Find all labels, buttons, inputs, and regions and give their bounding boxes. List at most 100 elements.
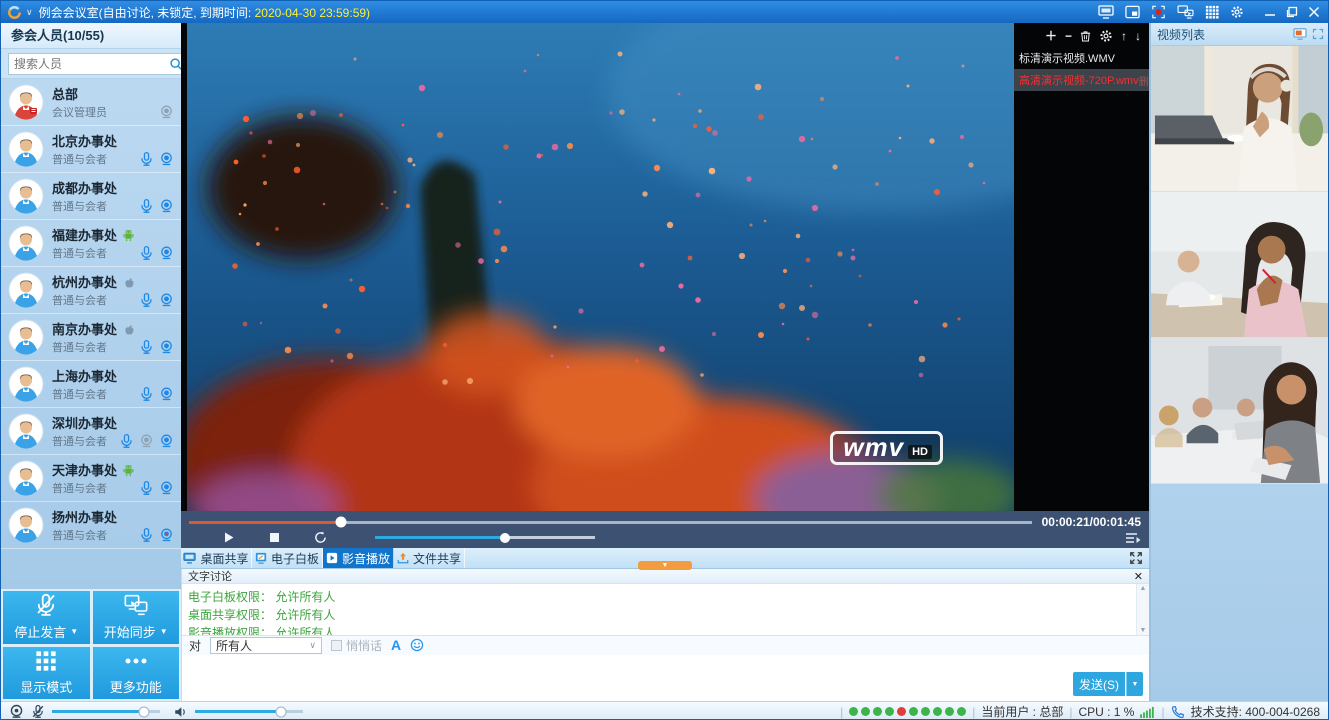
mic-icon[interactable] bbox=[139, 245, 154, 261]
mic-muted-icon[interactable] bbox=[31, 704, 45, 719]
play-icon[interactable] bbox=[223, 531, 235, 544]
titlebar-tools bbox=[1098, 5, 1244, 19]
mic-icon[interactable] bbox=[119, 433, 134, 449]
cam-icon[interactable] bbox=[159, 245, 174, 261]
minimize-icon[interactable] bbox=[1264, 6, 1276, 18]
cam-icon[interactable] bbox=[159, 339, 174, 355]
remote-video-1[interactable] bbox=[1151, 46, 1329, 192]
participant-row[interactable]: 扬州办事处 普通与会者 bbox=[1, 502, 181, 549]
wmv-hd-watermark: wmv HD bbox=[830, 431, 943, 465]
speaker-volume-slider[interactable] bbox=[195, 710, 303, 713]
participant-row[interactable]: 杭州办事处 普通与会者 bbox=[1, 267, 181, 314]
fullscreen-icon[interactable] bbox=[1129, 551, 1143, 565]
settings-icon[interactable] bbox=[1099, 29, 1113, 43]
progress-thumb[interactable] bbox=[335, 517, 346, 528]
video-mode-icon[interactable] bbox=[1293, 28, 1307, 40]
cam-icon[interactable] bbox=[159, 151, 174, 167]
app-logo-icon bbox=[7, 5, 22, 20]
mic-icon[interactable] bbox=[139, 198, 154, 214]
display-grid-icon[interactable] bbox=[1205, 5, 1219, 19]
cam-icon[interactable] bbox=[159, 386, 174, 402]
move-up-icon[interactable]: ↑ bbox=[1121, 29, 1127, 43]
cam-icon[interactable] bbox=[159, 433, 174, 449]
video-list-title: 视频列表 bbox=[1157, 26, 1205, 43]
screen-sync-icon[interactable] bbox=[1177, 5, 1194, 19]
screen-share-icon[interactable] bbox=[1098, 5, 1114, 19]
mic-icon[interactable] bbox=[139, 386, 154, 402]
participant-row[interactable]: 总部 会议管理员 bbox=[1, 79, 181, 126]
remote-video-2[interactable] bbox=[1151, 192, 1329, 338]
delete-icon[interactable] bbox=[1080, 29, 1091, 43]
tab-media-play[interactable]: 影音播放 bbox=[323, 548, 394, 568]
participant-row[interactable]: 南京办事处 普通与会者 bbox=[1, 314, 181, 361]
participant-row[interactable]: 上海办事处 普通与会者 bbox=[1, 361, 181, 408]
record-icon[interactable] bbox=[1151, 5, 1166, 19]
chat-scrollbar[interactable]: ▲ ▼ bbox=[1136, 584, 1149, 635]
mic-volume-slider[interactable] bbox=[52, 710, 160, 713]
font-button[interactable]: A bbox=[391, 637, 401, 653]
close-icon[interactable] bbox=[1308, 6, 1320, 18]
recipient-select[interactable]: 所有人∨ bbox=[210, 637, 322, 654]
connection-dot-green bbox=[909, 707, 918, 716]
send-options-icon[interactable]: ▼ bbox=[1126, 672, 1143, 696]
send-button[interactable]: 发送(S) bbox=[1073, 672, 1125, 696]
add-icon[interactable]: ＋ bbox=[1045, 29, 1057, 43]
mic-icon[interactable] bbox=[139, 480, 154, 496]
remote-video-3[interactable] bbox=[1151, 338, 1329, 484]
playlist-item[interactable]: 高清演示视频-720P.wmv 删除 bbox=[1014, 69, 1149, 91]
move-down-icon[interactable]: ↓ bbox=[1135, 29, 1141, 43]
cam-gray-icon[interactable] bbox=[159, 104, 174, 120]
cam-icon[interactable] bbox=[159, 198, 174, 214]
mic-volume-thumb[interactable] bbox=[138, 706, 149, 717]
phone-icon bbox=[1171, 705, 1185, 719]
volume-thumb[interactable] bbox=[500, 533, 510, 543]
scroll-up-icon[interactable]: ▲ bbox=[1140, 585, 1147, 592]
menu-chevron-icon[interactable]: ∨ bbox=[26, 7, 33, 18]
emoji-icon[interactable] bbox=[410, 638, 424, 652]
mic-icon[interactable] bbox=[139, 151, 154, 167]
progress-bar[interactable] bbox=[189, 521, 1032, 524]
mic-icon[interactable] bbox=[139, 292, 154, 308]
playlist-item[interactable]: 标清演示视频.WMV bbox=[1014, 47, 1149, 69]
tab-desktop-share[interactable]: 桌面共享 bbox=[181, 548, 252, 568]
chat-close-icon[interactable]: ✕ bbox=[1134, 570, 1143, 583]
mic-icon[interactable] bbox=[139, 527, 154, 543]
settings-icon[interactable] bbox=[1230, 5, 1244, 19]
cam-gray-icon[interactable] bbox=[139, 433, 154, 449]
volume-slider[interactable] bbox=[375, 536, 595, 539]
participant-row[interactable]: 天津办事处 普通与会者 bbox=[1, 455, 181, 502]
participant-row[interactable]: 北京办事处 普通与会者 bbox=[1, 126, 181, 173]
grid-button[interactable]: 显示模式 bbox=[3, 647, 90, 700]
mic-off-button[interactable]: 停止发言▼ bbox=[3, 591, 90, 644]
speaker-volume-thumb[interactable] bbox=[276, 706, 287, 717]
connection-dot-green bbox=[933, 707, 942, 716]
message-input[interactable] bbox=[186, 657, 1069, 700]
scroll-down-icon[interactable]: ▼ bbox=[1140, 627, 1147, 634]
participant-row[interactable]: 福建办事处 普通与会者 bbox=[1, 220, 181, 267]
participant-row[interactable]: 深圳办事处 普通与会者 bbox=[1, 408, 181, 455]
collapse-handle[interactable]: ▼ bbox=[638, 561, 692, 570]
whisper-checkbox[interactable] bbox=[331, 640, 342, 651]
tab-file-share[interactable]: 文件共享 bbox=[394, 548, 465, 568]
remove-icon[interactable]: − bbox=[1065, 29, 1072, 43]
speaker-icon[interactable] bbox=[173, 705, 188, 719]
participant-row[interactable]: 成都办事处 普通与会者 bbox=[1, 173, 181, 220]
cam-icon[interactable] bbox=[159, 292, 174, 308]
status-bar: | | 当前用户 : 总部 | CPU : 1 % | 技术支持: 400-00… bbox=[1, 701, 1328, 720]
mic-icon[interactable] bbox=[139, 339, 154, 355]
search-input[interactable] bbox=[14, 57, 169, 71]
delete-item-action[interactable]: 删除 bbox=[1139, 73, 1149, 88]
more-dots-button[interactable]: 更多功能 bbox=[93, 647, 180, 700]
current-user-label: 当前用户 : 总部 bbox=[981, 703, 1063, 720]
stop-icon[interactable] bbox=[269, 532, 280, 543]
sync-screens-button[interactable]: 开始同步▼ bbox=[93, 591, 180, 644]
window-layout-icon[interactable] bbox=[1125, 5, 1140, 19]
replay-icon[interactable] bbox=[314, 531, 327, 544]
maximize-icon[interactable] bbox=[1286, 6, 1298, 18]
expand-panel-icon[interactable] bbox=[1312, 28, 1324, 40]
playlist-toggle-icon[interactable] bbox=[1125, 531, 1141, 545]
camera-icon[interactable] bbox=[9, 704, 24, 719]
cam-active-icon[interactable] bbox=[159, 527, 174, 543]
tab-whiteboard[interactable]: 电子白板 bbox=[252, 548, 323, 568]
cam-icon[interactable] bbox=[159, 480, 174, 496]
